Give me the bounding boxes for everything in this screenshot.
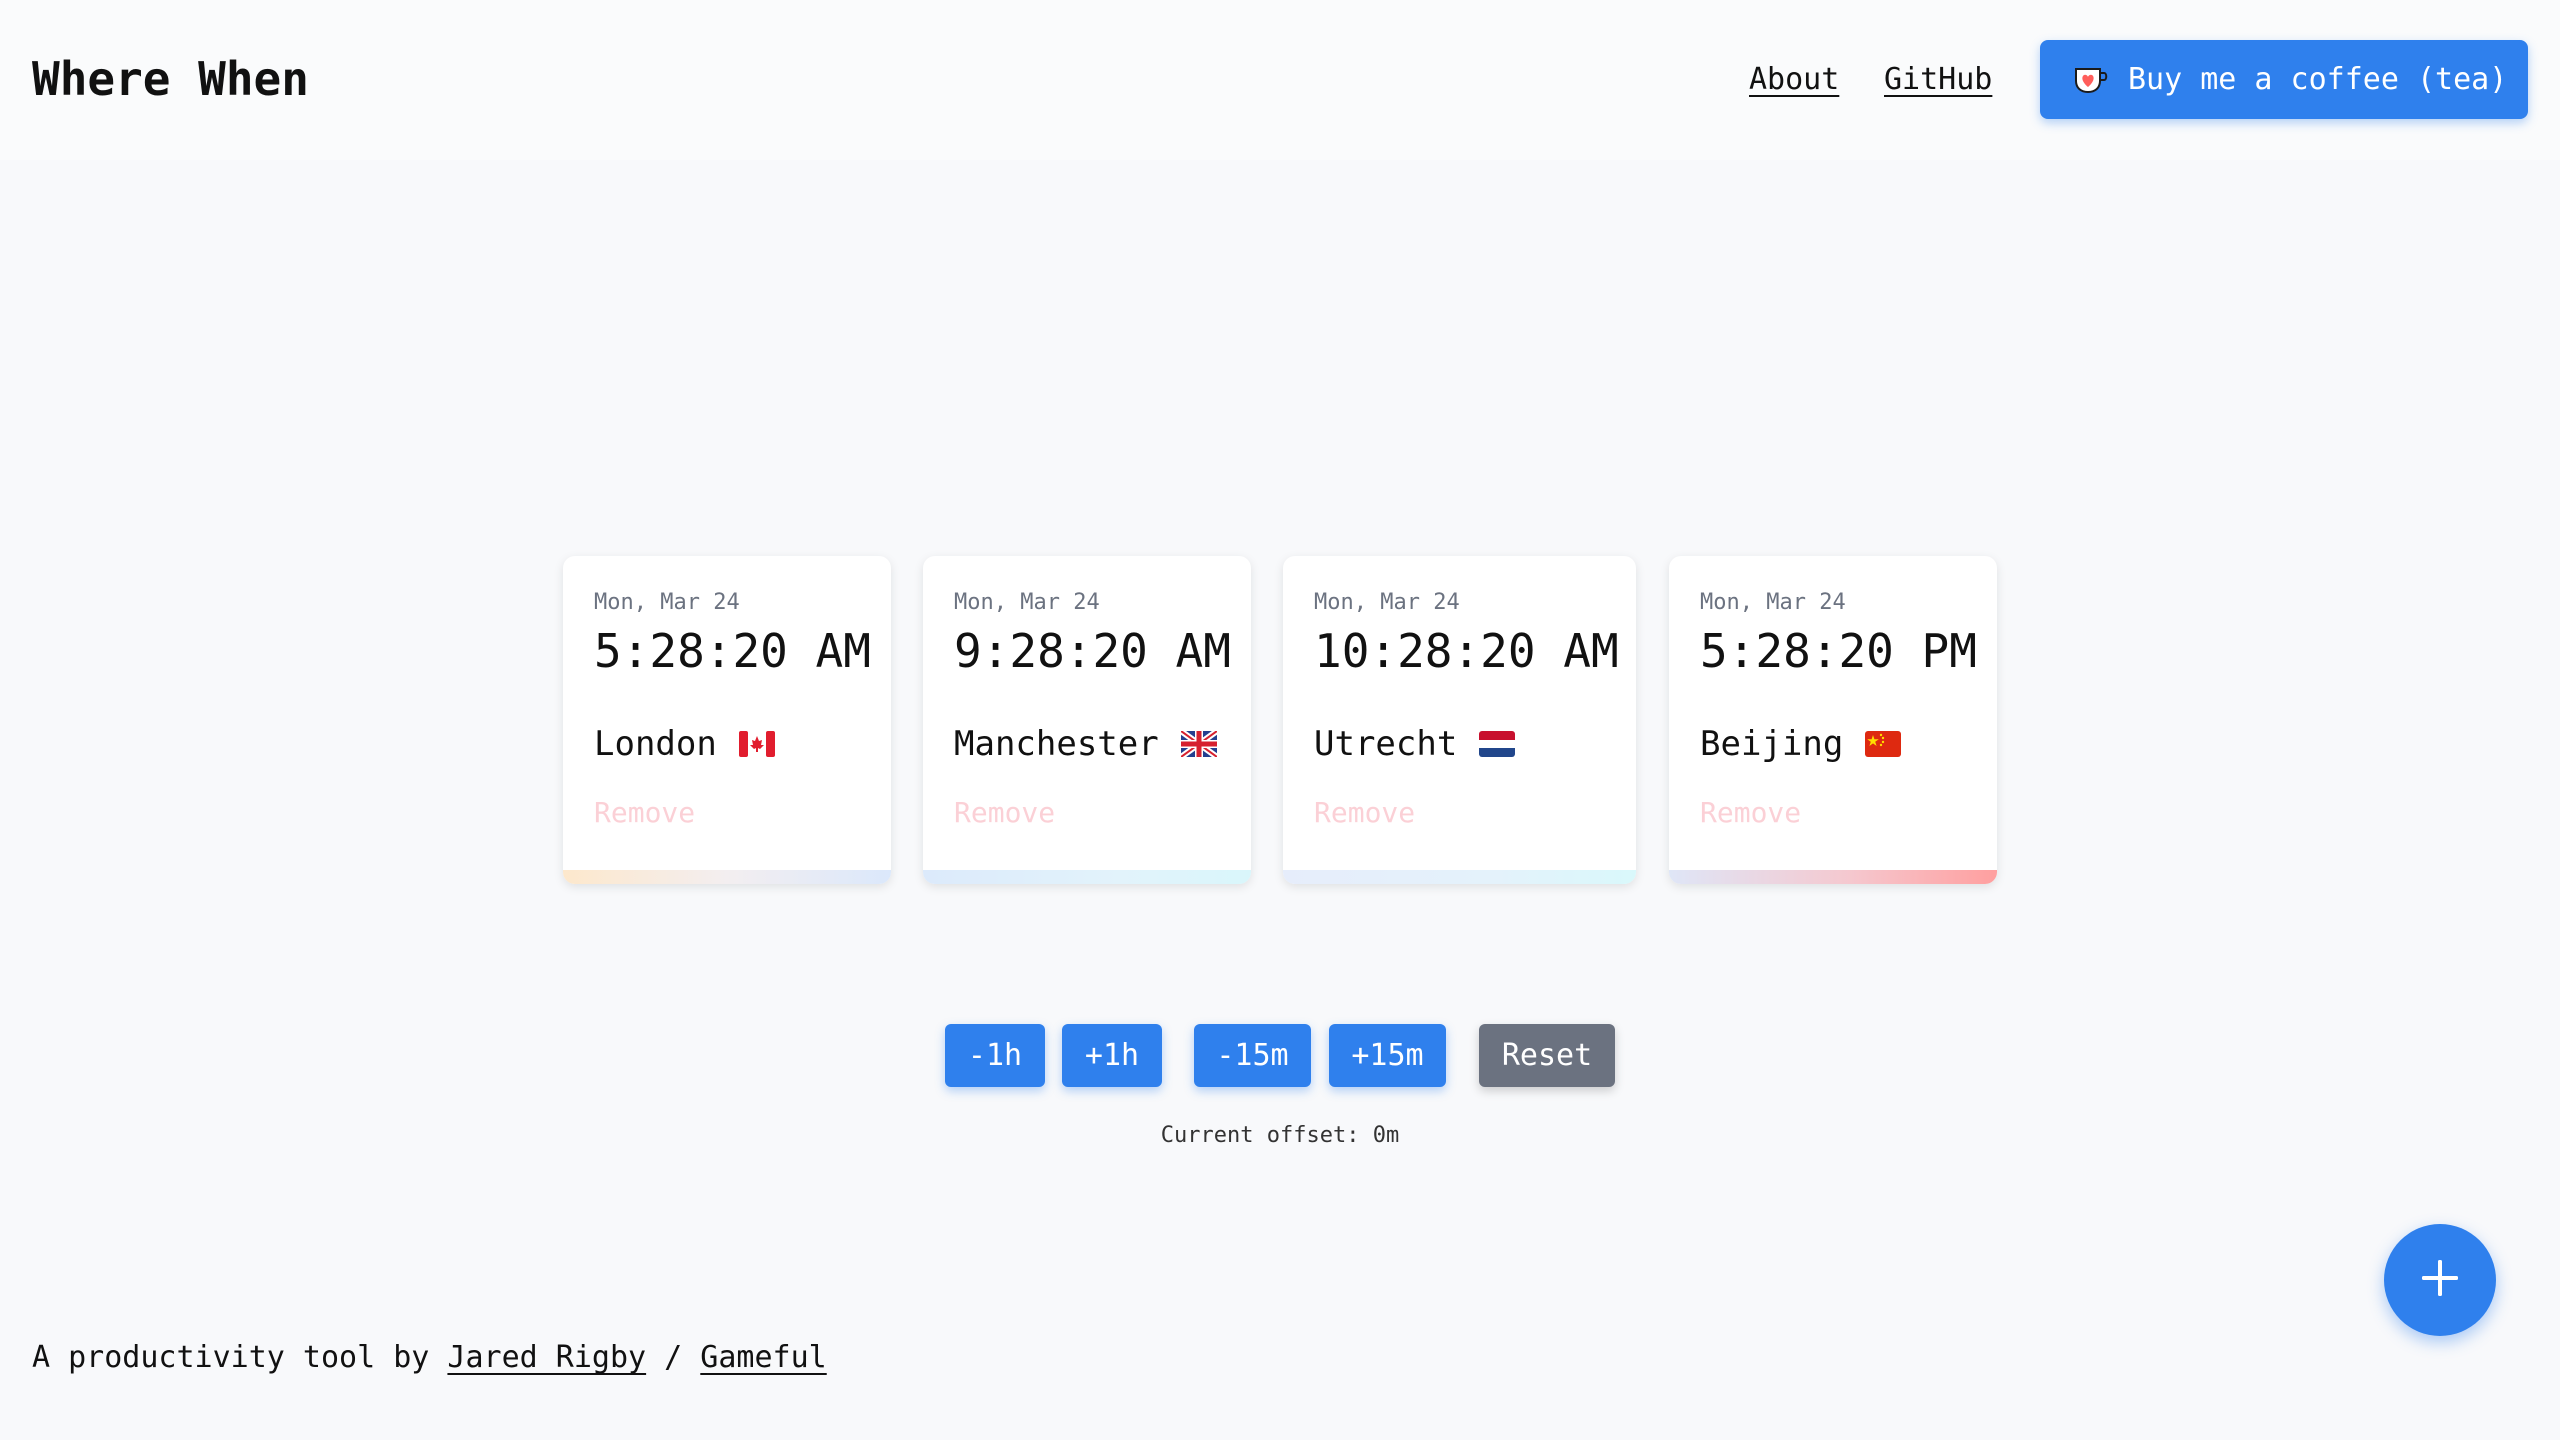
plus-15m-button[interactable]: +15m — [1329, 1024, 1446, 1087]
remove-button[interactable]: Remove — [1314, 796, 1415, 829]
header: Where When About GitHub Buy me a coffee … — [0, 0, 2560, 160]
card-city: London — [594, 724, 717, 764]
card-date: Mon, Mar 24 — [954, 590, 1100, 615]
timezone-card: Mon, Mar 24 5:28:20 PM Beijing Remove — [1669, 556, 1997, 884]
reset-button[interactable]: Reset — [1479, 1024, 1615, 1087]
card-city: Beijing — [1700, 724, 1844, 764]
nav-about-link[interactable]: About — [1749, 62, 1839, 97]
footer: A productivity tool by Jared Rigby / Gam… — [32, 1340, 827, 1375]
remove-button[interactable]: Remove — [954, 796, 1055, 829]
card-city-row: London — [594, 724, 775, 764]
buy-coffee-label: Buy me a coffee (tea) — [2128, 62, 2508, 97]
site-title[interactable]: Where When — [32, 52, 309, 106]
card-gradient-bar — [923, 870, 1251, 884]
netherlands-flag-icon — [1479, 731, 1516, 757]
card-date: Mon, Mar 24 — [1314, 590, 1460, 615]
minus-1h-button[interactable]: -1h — [945, 1024, 1045, 1087]
remove-button[interactable]: Remove — [1700, 796, 1801, 829]
offset-status-text: Current offset: 0m — [1160, 1123, 1400, 1148]
card-time: 10:28:20 AM — [1314, 624, 1619, 678]
uk-flag-icon — [1178, 728, 1219, 760]
timezone-card: Mon, Mar 24 9:28:20 AM Manchester Remove — [923, 556, 1251, 884]
card-time: 9:28:20 AM — [954, 624, 1231, 678]
card-date: Mon, Mar 24 — [594, 590, 740, 615]
timezone-card: Mon, Mar 24 10:28:20 AM Utrecht Remove — [1283, 556, 1636, 884]
card-time: 5:28:20 AM — [594, 624, 871, 678]
card-date: Mon, Mar 24 — [1700, 590, 1846, 615]
card-city-row: Utrecht — [1314, 724, 1516, 764]
add-city-button[interactable] — [2384, 1224, 2496, 1336]
card-gradient-bar — [563, 870, 891, 884]
footer-separator: / — [646, 1340, 701, 1375]
plus-icon — [2418, 1256, 2462, 1304]
buy-coffee-button[interactable]: Buy me a coffee (tea) — [2040, 40, 2528, 119]
remove-button[interactable]: Remove — [594, 796, 695, 829]
timezone-card: Mon, Mar 24 5:28:20 AM London Remove — [563, 556, 891, 884]
company-link[interactable]: Gameful — [700, 1340, 826, 1375]
nav-github-link[interactable]: GitHub — [1884, 62, 1992, 97]
china-flag-icon — [1865, 731, 1902, 757]
card-city: Manchester — [954, 724, 1159, 764]
card-city-row: Manchester — [954, 724, 1219, 764]
footer-prefix: A productivity tool by — [32, 1340, 448, 1375]
plus-1h-button[interactable]: +1h — [1062, 1024, 1162, 1087]
card-city: Utrecht — [1314, 724, 1458, 764]
coffee-cup-heart-icon — [2072, 65, 2110, 95]
canada-flag-icon — [738, 731, 775, 757]
card-time: 5:28:20 PM — [1700, 624, 1977, 678]
card-gradient-bar — [1283, 870, 1636, 884]
card-city-row: Beijing — [1700, 724, 1902, 764]
minus-15m-button[interactable]: -15m — [1194, 1024, 1311, 1087]
offset-status: Current offset: 0m — [0, 1123, 2560, 1148]
card-gradient-bar — [1669, 870, 1997, 884]
author-link[interactable]: Jared Rigby — [447, 1340, 646, 1375]
